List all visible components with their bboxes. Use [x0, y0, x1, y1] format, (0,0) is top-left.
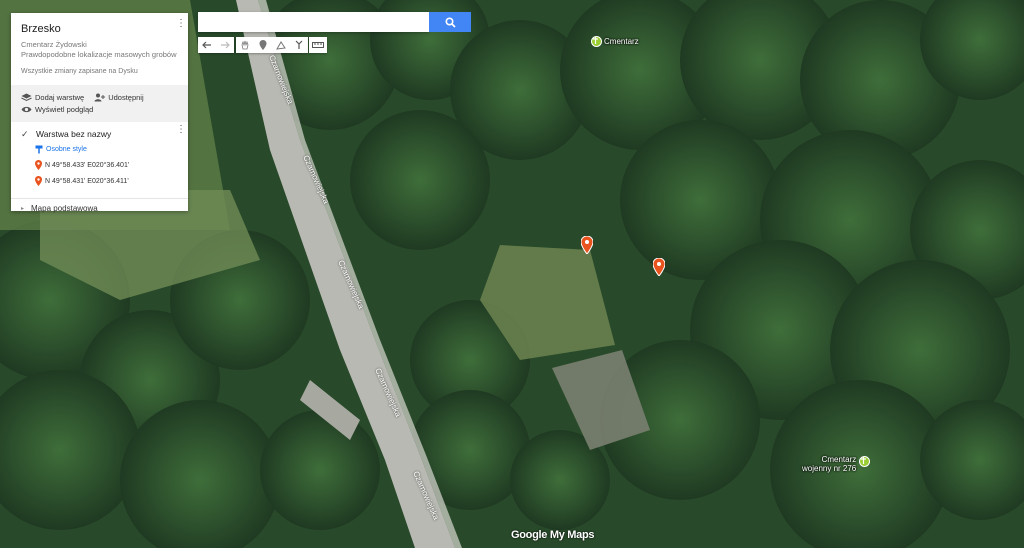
eye-icon: [21, 106, 32, 112]
paint-roller-icon: [35, 145, 43, 153]
marker-icon: [259, 40, 267, 50]
place-name: N 49°58.431' E020°36.411': [45, 177, 129, 185]
redo-icon: [221, 41, 230, 49]
preview-label: Wyświetl podgląd: [35, 104, 94, 114]
draw-line-button[interactable]: [272, 37, 290, 53]
preview-button[interactable]: Wyświetl podgląd: [21, 103, 178, 115]
orange-marker-icon: [35, 160, 42, 170]
layers-icon: [21, 93, 32, 101]
map-description-line2: Prawdopodobne lokalizacje masowych grobó…: [21, 50, 177, 59]
poi-label-war-cemetery-line1: Cmentarz: [821, 455, 857, 464]
map-description[interactable]: Cmentarz Żydowski Prawdopodobne lokaliza…: [21, 40, 178, 60]
brand-logo: Google My Maps: [511, 529, 595, 541]
layer-options-icon[interactable]: ⋮: [176, 125, 186, 135]
undo-button[interactable]: [198, 37, 216, 53]
layer-style-link[interactable]: Osobne style: [35, 144, 178, 154]
orange-marker-icon: [35, 176, 42, 186]
poi-label-war-cemetery-line2: wojenny nr 276: [802, 464, 857, 473]
add-marker-button[interactable]: [254, 37, 272, 53]
magnifier-icon: [444, 16, 456, 28]
poi-war-cemetery-icon[interactable]: [859, 456, 870, 467]
ruler-icon: [312, 42, 324, 48]
select-tool-button[interactable]: [236, 37, 254, 53]
drawing-toolbar: [236, 37, 308, 53]
measure-toolbar: [309, 37, 327, 53]
undo-icon: [202, 41, 211, 49]
share-label: Udostępnij: [108, 92, 144, 102]
base-map-label: Mapa podstawowa: [31, 203, 98, 213]
share-button[interactable]: Udostępnij: [94, 92, 144, 102]
draw-line-icon: [276, 41, 286, 50]
poi-label-cemetery[interactable]: Cmentarz: [604, 37, 639, 46]
map-actions: Dodaj warstwę Udostępnij Wyświetl podglą…: [11, 85, 188, 122]
save-status: Wszystkie zmiany zapisane na Dysku: [21, 68, 138, 75]
directions-button[interactable]: [290, 37, 308, 53]
place-item-2[interactable]: N 49°58.431' E020°36.411': [35, 176, 178, 186]
add-layer-button[interactable]: Dodaj warstwę: [21, 93, 84, 102]
map-actions-row: Dodaj warstwę Udostępnij: [21, 91, 178, 103]
place-name: N 49°58.433' E020°36.401': [45, 161, 130, 169]
search-input[interactable]: [198, 12, 429, 32]
layer-style-label: Osobne style: [46, 145, 87, 153]
expand-arrow-icon[interactable]: ▸: [21, 205, 24, 212]
map-options-icon[interactable]: ⋮: [176, 19, 186, 29]
base-map-section[interactable]: ▸ Mapa podstawowa: [11, 199, 188, 217]
map-marker-2[interactable]: [653, 258, 665, 276]
add-person-icon: [94, 93, 106, 101]
redo-button[interactable]: [216, 37, 234, 53]
layer-checkbox-icon[interactable]: ✓: [21, 129, 31, 139]
map-marker-1[interactable]: [581, 236, 593, 254]
search-button[interactable]: [429, 12, 471, 32]
layer-section: ✓ Warstwa bez nazwy ⋮ Osobne style N 49°…: [11, 122, 188, 199]
undo-redo-toolbar: [198, 37, 234, 53]
directions-icon: [295, 40, 303, 49]
place-item-1[interactable]: N 49°58.433' E020°36.401': [35, 160, 178, 170]
layer-header[interactable]: ✓ Warstwa bez nazwy: [21, 128, 178, 140]
map-header: Brzesko Cmentarz Żydowski Prawdopodobne …: [11, 13, 188, 85]
poi-cemetery-icon[interactable]: [591, 36, 602, 47]
hand-icon: [241, 40, 249, 50]
poi-label-war-cemetery[interactable]: Cmentarz wojenny nr 276: [802, 455, 856, 473]
map-title[interactable]: Brzesko: [21, 23, 178, 35]
layer-name[interactable]: Warstwa bez nazwy: [36, 129, 111, 139]
map-description-line1: Cmentarz Żydowski: [21, 40, 87, 49]
measure-button[interactable]: [309, 37, 327, 53]
map-panel: Brzesko Cmentarz Żydowski Prawdopodobne …: [11, 13, 188, 213]
add-layer-label: Dodaj warstwę: [35, 92, 85, 102]
